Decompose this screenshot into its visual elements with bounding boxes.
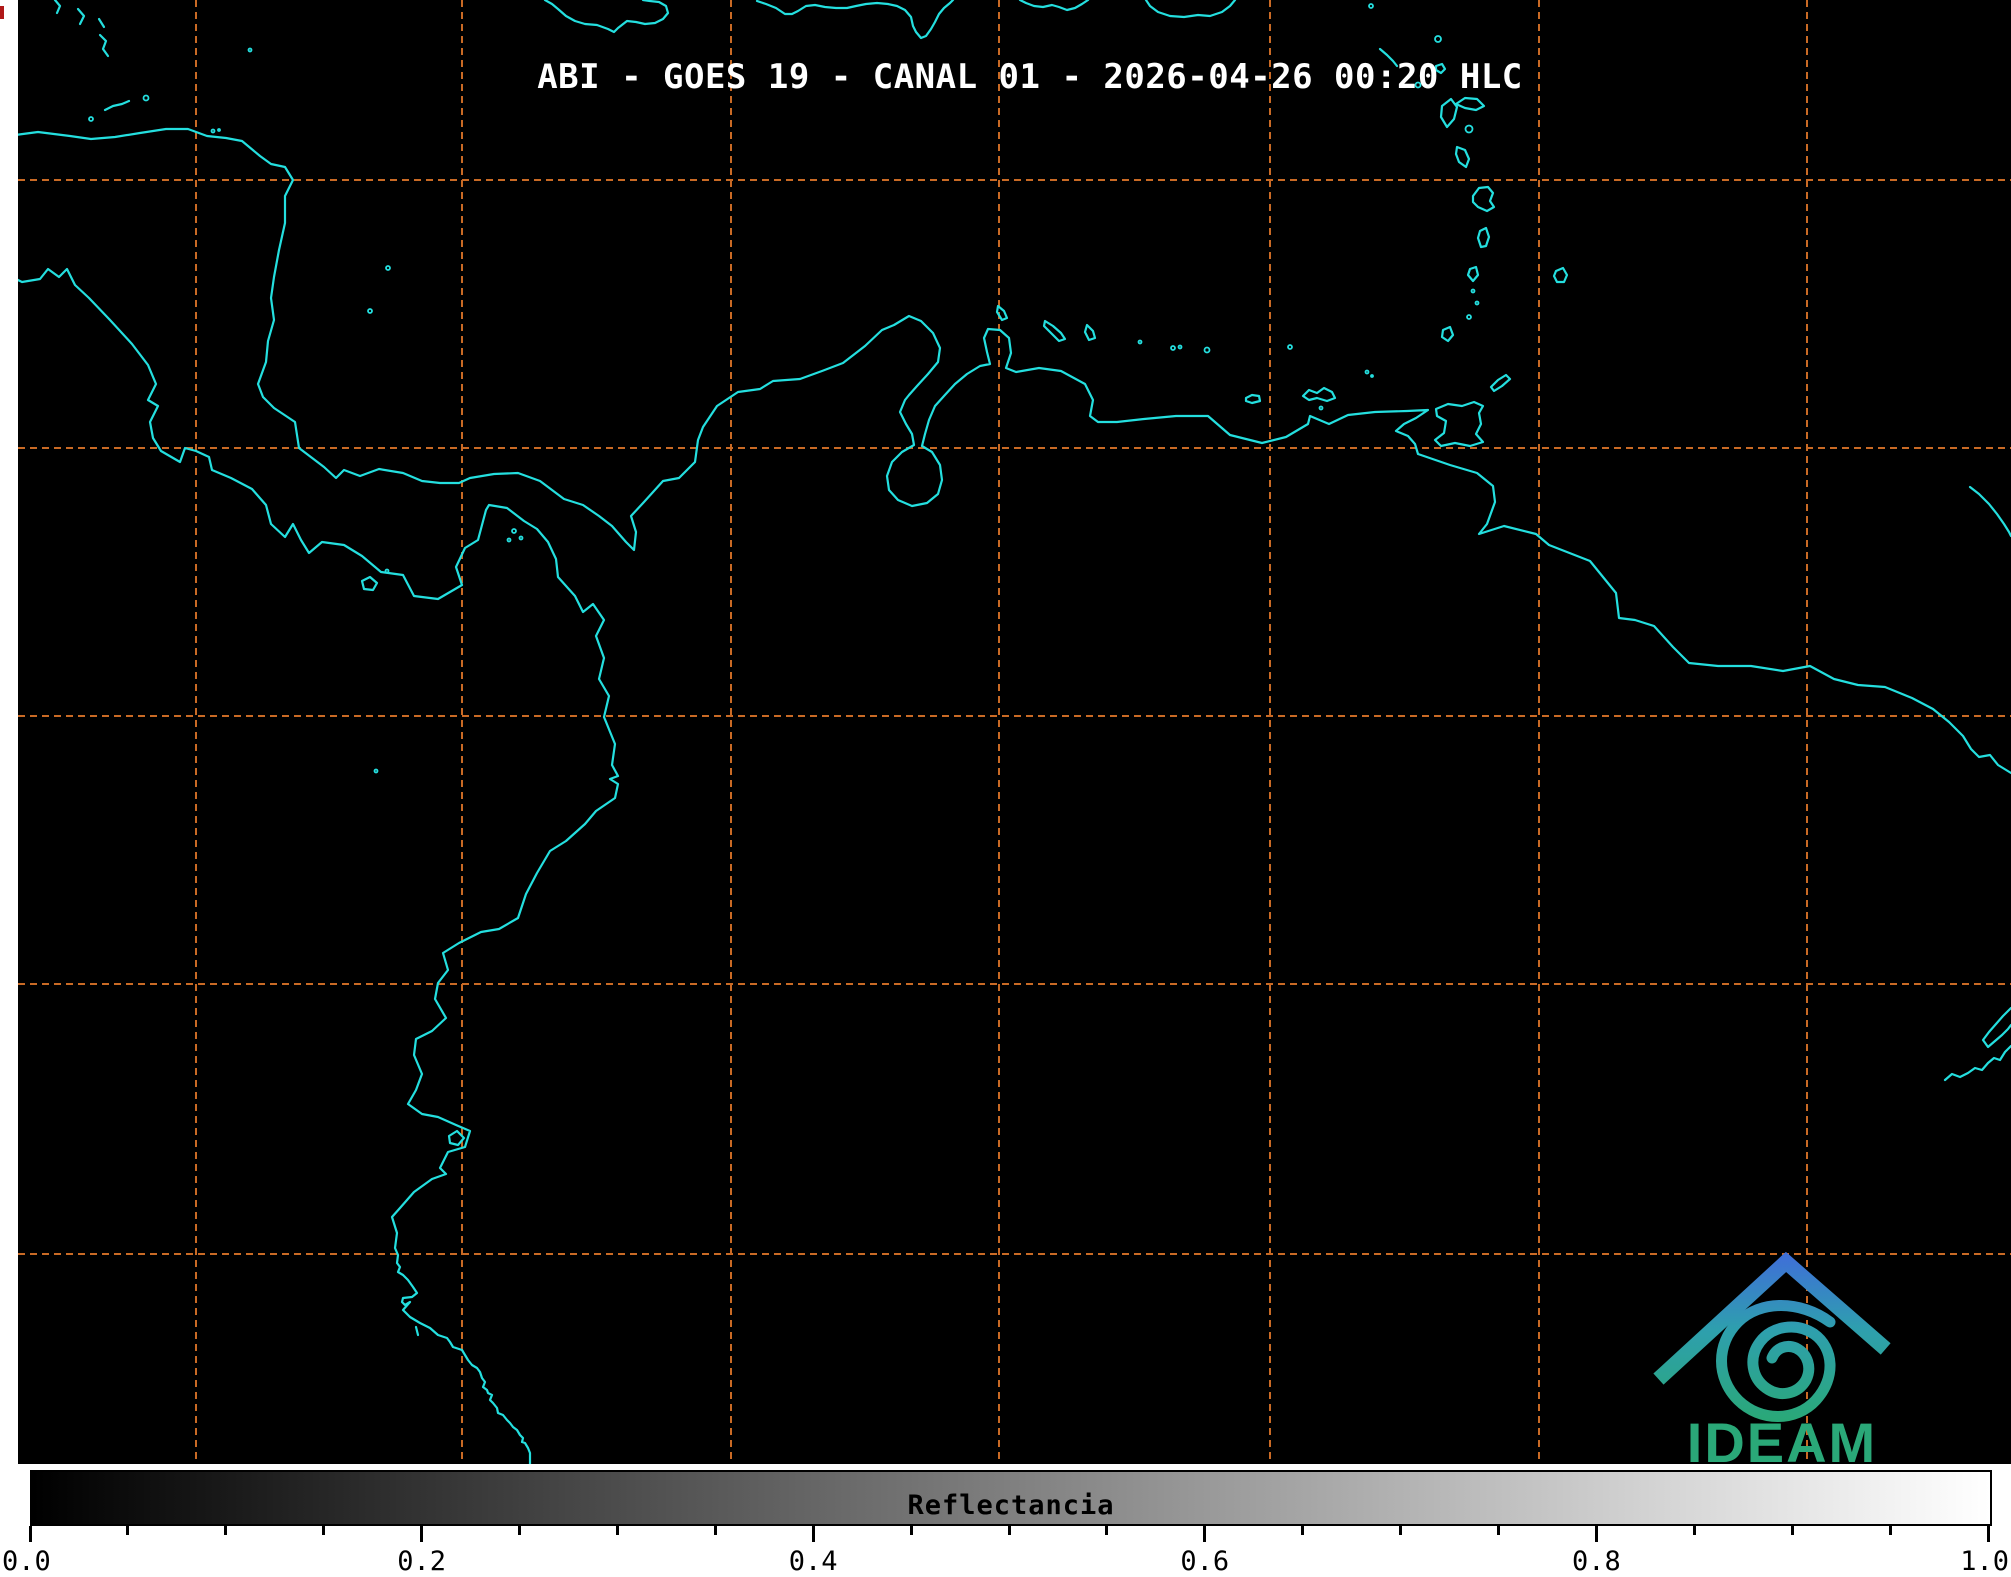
- colorbar-minor-tick: [909, 1526, 913, 1535]
- colorbar-label: Reflectancia: [907, 1490, 1115, 1521]
- colorbar-minor-tick: [1105, 1526, 1109, 1535]
- colorbar-major-tick: [1594, 1526, 1598, 1542]
- colorbar-tick-label: 0.6: [1180, 1546, 1230, 1577]
- colorbar-major-tick: [1203, 1526, 1207, 1542]
- colorbar-minor-tick: [1888, 1526, 1892, 1535]
- map-svg: ABI - GOES 19 - CANAL 01 - 2026-04-26 00…: [0, 0, 2011, 1464]
- scan-edge-strip: [0, 0, 18, 1464]
- colorbar-minor-tick: [518, 1526, 521, 1535]
- colorbar-gradient: Reflectancia: [30, 1470, 1992, 1526]
- colorbar-area: Reflectancia 0.0 0.2 0.4 0.6 0.8 1.0: [0, 1464, 2011, 1577]
- colorbar-major-tick: [811, 1526, 815, 1542]
- colorbar-minor-tick: [126, 1526, 130, 1535]
- colorbar-minor-tick: [1497, 1526, 1500, 1535]
- colorbar-tick-label: 0.0: [2, 1546, 51, 1577]
- logo-text: IDEAM: [1687, 1411, 1877, 1464]
- colorbar-tick-label: 0.8: [1572, 1546, 1621, 1577]
- colorbar-minor-tick: [1301, 1526, 1305, 1535]
- satellite-image-viewer: ABI - GOES 19 - CANAL 01 - 2026-04-26 00…: [0, 0, 2011, 1577]
- colorbar-major-tick: [1986, 1526, 1990, 1542]
- colorbar-minor-tick: [713, 1526, 717, 1535]
- map-area: ABI - GOES 19 - CANAL 01 - 2026-04-26 00…: [0, 0, 2011, 1464]
- scan-edge-mark: [0, 6, 4, 19]
- colorbar-minor-tick: [322, 1526, 326, 1535]
- map-background: [0, 0, 2011, 1464]
- colorbar-minor-tick: [1790, 1526, 1794, 1535]
- colorbar-minor-tick: [615, 1526, 619, 1535]
- image-title: ABI - GOES 19 - CANAL 01 - 2026-04-26 00…: [537, 57, 1523, 97]
- colorbar-tick-label: 0.2: [397, 1546, 446, 1577]
- colorbar-major-tick: [28, 1526, 32, 1542]
- colorbar-minor-tick: [1399, 1526, 1403, 1535]
- colorbar-tick-label: 1.0: [1960, 1546, 2009, 1577]
- colorbar-minor-tick: [1692, 1526, 1696, 1535]
- colorbar-tick-label: 0.4: [788, 1546, 838, 1577]
- colorbar-major-tick: [420, 1526, 424, 1542]
- colorbar-minor-tick: [1007, 1526, 1011, 1535]
- colorbar-minor-tick: [224, 1526, 228, 1535]
